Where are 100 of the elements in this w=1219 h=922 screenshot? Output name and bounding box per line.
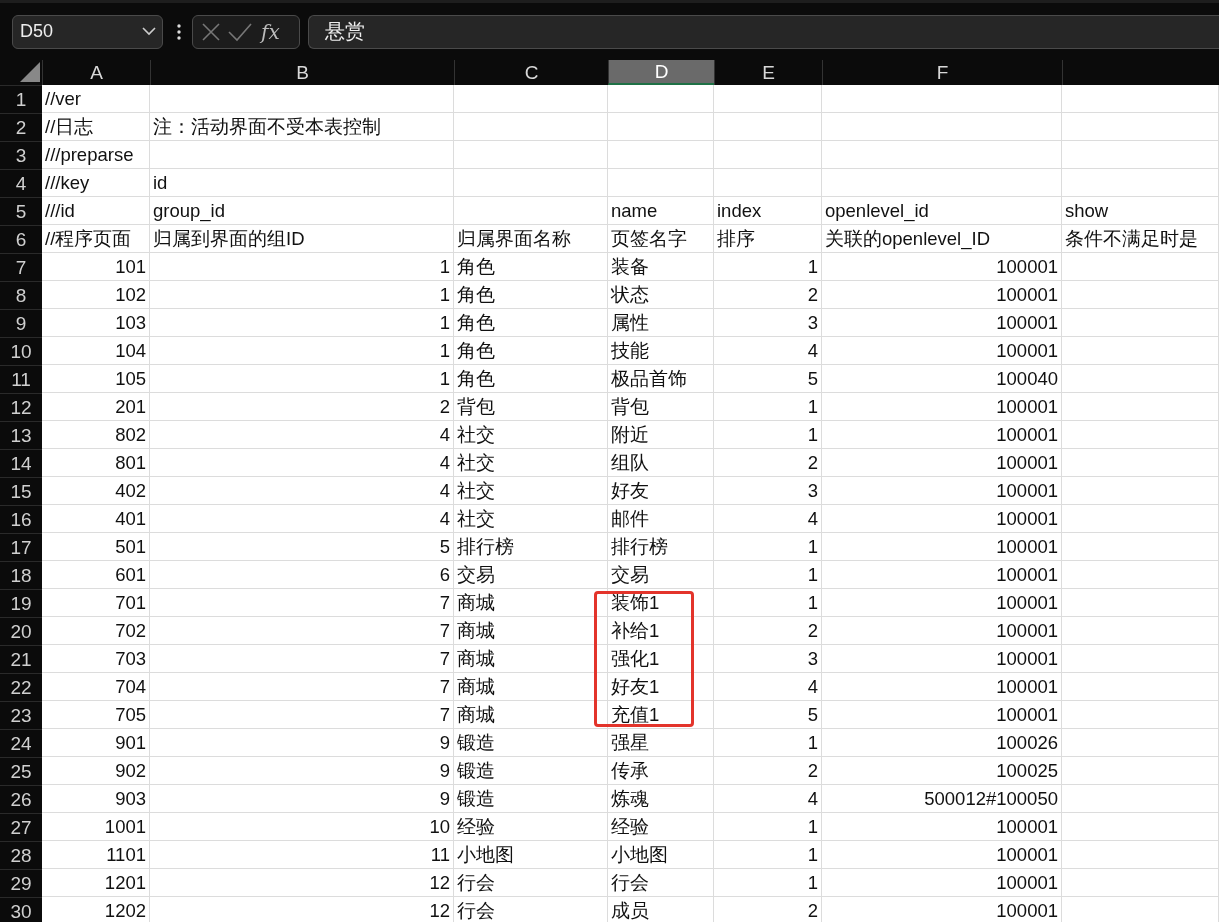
close-icon[interactable] (201, 21, 221, 42)
row-header[interactable]: 24 (0, 729, 42, 757)
column-header[interactable]: F (822, 60, 1062, 85)
row-header[interactable]: 29 (0, 869, 42, 897)
empty-cell[interactable] (1062, 85, 1219, 113)
row-header[interactable]: 25 (0, 757, 42, 785)
empty-cell[interactable] (1062, 169, 1219, 197)
row-header[interactable]: 20 (0, 617, 42, 645)
row-header[interactable]: 7 (0, 253, 42, 281)
table-cell: 100001 (996, 815, 1058, 838)
empty-cell[interactable] (1062, 729, 1219, 757)
empty-cell[interactable] (1062, 785, 1219, 813)
empty-cell[interactable] (1062, 365, 1219, 393)
empty-cell[interactable] (1062, 645, 1219, 673)
empty-cell[interactable] (1062, 421, 1219, 449)
row-header[interactable]: 8 (0, 281, 42, 309)
table-cell: 2 (807, 283, 818, 306)
row-header[interactable]: 22 (0, 673, 42, 701)
empty-cell[interactable] (1062, 505, 1219, 533)
empty-cell[interactable] (1062, 113, 1219, 141)
empty-cell[interactable] (1062, 757, 1219, 785)
formula-field[interactable]: 悬赏 (308, 14, 1219, 49)
empty-cell[interactable] (1062, 253, 1219, 281)
row-header[interactable]: 26 (0, 785, 42, 813)
empty-cell[interactable] (1062, 477, 1219, 505)
row-header[interactable]: 6 (0, 225, 42, 253)
row-header[interactable]: 27 (0, 813, 42, 841)
empty-cell[interactable] (608, 85, 714, 113)
check-icon[interactable] (227, 21, 253, 42)
table-cell-text: 小地图 (457, 843, 514, 867)
empty-cell[interactable] (1062, 673, 1219, 701)
empty-cell[interactable] (822, 141, 1062, 169)
empty-cell[interactable] (150, 85, 454, 113)
row-header[interactable]: 11 (0, 365, 42, 393)
empty-cell[interactable] (1062, 813, 1219, 841)
row-header[interactable]: 18 (0, 561, 42, 589)
column-header[interactable]: E (714, 60, 822, 85)
empty-cell[interactable] (714, 85, 822, 113)
empty-cell[interactable] (1062, 393, 1219, 421)
empty-cell[interactable] (1062, 309, 1219, 337)
empty-cell[interactable] (1062, 589, 1219, 617)
column-header[interactable] (1062, 60, 1219, 85)
empty-cell[interactable] (822, 85, 1062, 113)
insert-function-button[interactable]: fx (261, 19, 280, 44)
empty-cell[interactable] (454, 141, 608, 169)
empty-cell[interactable] (1062, 337, 1219, 365)
empty-cell[interactable] (608, 113, 714, 141)
column-header[interactable]: C (454, 60, 608, 85)
row-header[interactable]: 10 (0, 337, 42, 365)
empty-cell[interactable] (1062, 141, 1219, 169)
table-cell-text: 邮件 (611, 507, 649, 531)
table-cell: 9 (439, 759, 450, 782)
empty-cell[interactable] (714, 113, 822, 141)
row-header[interactable]: 14 (0, 449, 42, 477)
empty-cell[interactable] (1062, 701, 1219, 729)
empty-cell[interactable] (1062, 869, 1219, 897)
row-header[interactable]: 2 (0, 113, 42, 141)
empty-cell[interactable] (608, 169, 714, 197)
table-cell: 7 (439, 619, 450, 642)
empty-cell[interactable] (608, 141, 714, 169)
column-header[interactable]: D (608, 60, 714, 85)
row-header[interactable]: 12 (0, 393, 42, 421)
row-header[interactable]: 5 (0, 197, 42, 225)
empty-cell[interactable] (822, 113, 1062, 141)
empty-cell[interactable] (454, 85, 608, 113)
empty-cell[interactable] (714, 141, 822, 169)
name-box[interactable]: D50 (12, 14, 163, 49)
empty-cell[interactable] (1062, 617, 1219, 645)
row-header[interactable]: 15 (0, 477, 42, 505)
empty-cell[interactable] (1062, 449, 1219, 477)
table-cell-text: 组队 (611, 451, 649, 475)
row-header[interactable]: 3 (0, 141, 42, 169)
row-header[interactable]: 9 (0, 309, 42, 337)
row-header[interactable]: 13 (0, 421, 42, 449)
row-header[interactable]: 17 (0, 533, 42, 561)
table-cell-text: 归属到界面的组ID (153, 227, 305, 251)
caret-icon[interactable] (142, 27, 156, 36)
empty-cell[interactable] (1062, 533, 1219, 561)
empty-cell[interactable] (1062, 561, 1219, 589)
column-header[interactable]: B (150, 60, 454, 85)
empty-cell[interactable] (150, 141, 454, 169)
row-header[interactable]: 23 (0, 701, 42, 729)
empty-cell[interactable] (1062, 841, 1219, 869)
row-header[interactable]: 21 (0, 645, 42, 673)
empty-cell[interactable] (714, 169, 822, 197)
row-header[interactable]: 4 (0, 169, 42, 197)
row-header[interactable]: 30 (0, 897, 42, 922)
empty-cell[interactable] (454, 169, 608, 197)
column-header[interactable]: A (42, 60, 150, 85)
row-header[interactable]: 19 (0, 589, 42, 617)
empty-cell[interactable] (822, 169, 1062, 197)
table-cell-text: 附近 (611, 423, 649, 447)
select-all-icon[interactable] (20, 62, 40, 82)
more-icon[interactable] (177, 23, 181, 40)
empty-cell[interactable] (454, 197, 608, 225)
row-header[interactable]: 28 (0, 841, 42, 869)
row-header[interactable]: 1 (0, 85, 42, 113)
empty-cell[interactable] (1062, 281, 1219, 309)
row-header[interactable]: 16 (0, 505, 42, 533)
empty-cell[interactable] (454, 113, 608, 141)
